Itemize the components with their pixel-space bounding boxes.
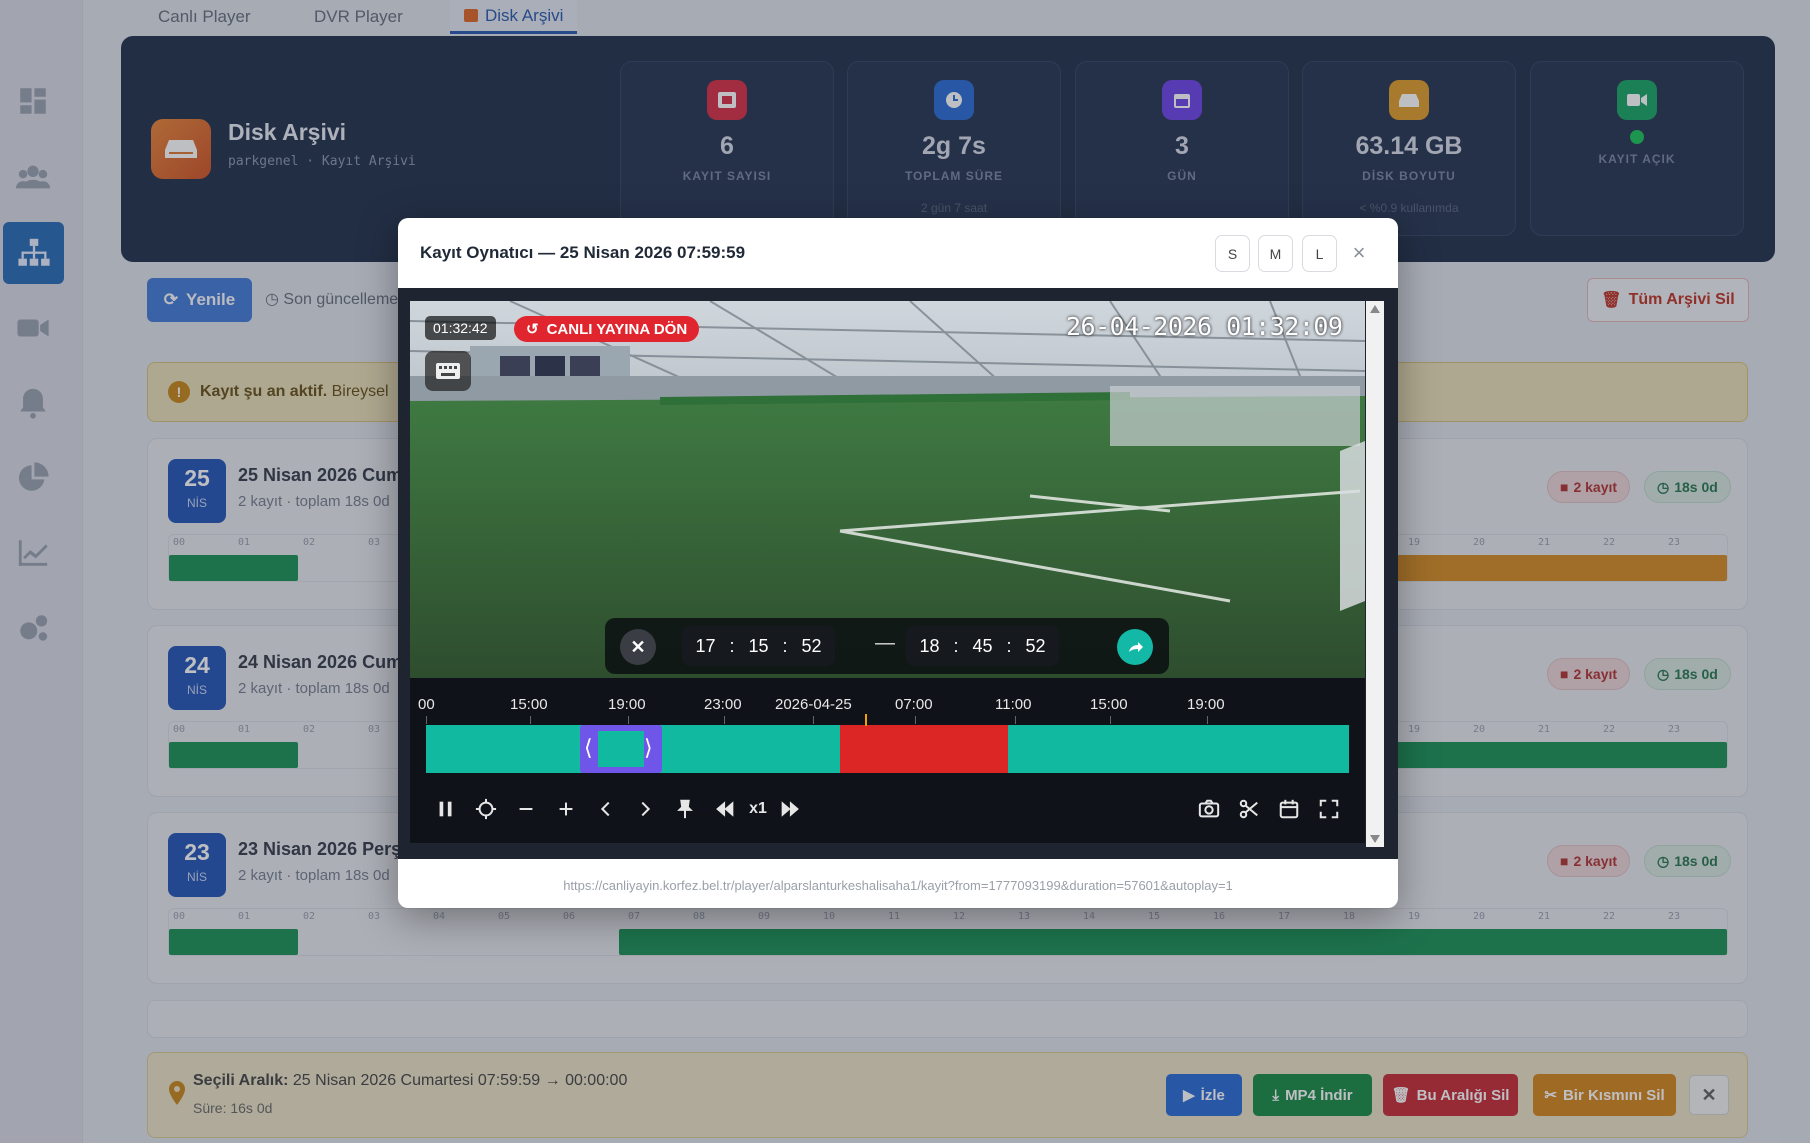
left-handle-icon[interactable]: ⟨ [584, 735, 593, 761]
playback-speed[interactable]: x1 [743, 796, 773, 822]
timeline-label: 19:00 [608, 696, 646, 713]
timeline-label: 23:00 [704, 696, 742, 713]
timeline-label: 11:00 [995, 696, 1032, 713]
zoom-out-icon[interactable] [513, 796, 539, 822]
camera-timestamp: 26-04-2026 01:32:09 [1066, 312, 1343, 341]
gap-segment[interactable] [840, 725, 1008, 773]
modal-title: Kayıt Oynatıcı — 25 Nisan 2026 07:59:59 [420, 243, 746, 262]
camera-snapshot-icon[interactable] [1196, 796, 1222, 822]
video-player: 01:32:42 ↺ CANLI YAYINA DÖN 26-04-2026 01… [398, 288, 1398, 859]
timeline-tick [724, 716, 725, 724]
chevron-left-icon[interactable] [593, 796, 619, 822]
timeline-tick [1207, 716, 1208, 724]
fullscreen-icon[interactable] [1316, 796, 1342, 822]
player-timeline[interactable]: ⟨ ⟩ x1 00 15:00 19:00 23:00 2026-04-25 07:00 1… [410, 678, 1365, 843]
scroll-up-icon[interactable] [1370, 305, 1380, 313]
scroll-down-icon[interactable] [1370, 835, 1380, 843]
timeline-label: 15:00 [510, 696, 548, 713]
rewind-icon[interactable] [712, 796, 738, 822]
pause-icon[interactable] [433, 796, 459, 822]
calendar-icon[interactable] [1276, 796, 1302, 822]
timeline-label: 15:00 [1090, 696, 1128, 713]
fast-forward-icon[interactable] [777, 796, 803, 822]
timeline-tick [426, 716, 427, 724]
timeline-tick [628, 716, 629, 724]
chevron-right-icon[interactable] [632, 796, 658, 822]
timeline-label: 2026-04-25 [775, 696, 852, 713]
crosshair-icon[interactable] [473, 796, 499, 822]
size-small-button[interactable]: S [1215, 235, 1250, 272]
timeline-tick [1110, 716, 1111, 724]
range-start-time[interactable]: 17:15:52 [682, 626, 835, 666]
timeline-label: 19:00 [1187, 696, 1225, 713]
video-frame[interactable]: 01:32:42 ↺ CANLI YAYINA DÖN 26-04-2026 01… [410, 301, 1365, 678]
close-icon[interactable]: × [1348, 242, 1370, 264]
timeline-tick [813, 716, 814, 724]
right-handle-icon[interactable]: ⟩ [644, 735, 653, 761]
size-large-button[interactable]: L [1302, 235, 1337, 272]
player-url[interactable]: https://canliyayin.korfez.bel.tr/player/… [398, 878, 1398, 893]
recording-player-modal: Kayıt Oynatıcı — 25 Nisan 2026 07:59:59 … [398, 218, 1398, 908]
clear-range-button[interactable]: ✕ [620, 629, 656, 665]
back-to-live-button[interactable]: ↺ CANLI YAYINA DÖN [514, 316, 700, 342]
range-end-time[interactable]: 18:45:52 [906, 626, 1059, 666]
timeline-tick [1015, 716, 1016, 724]
timeline-label: 07:00 [895, 696, 933, 713]
size-medium-button[interactable]: M [1258, 235, 1293, 272]
keyboard-icon[interactable] [425, 351, 471, 391]
pin-icon[interactable] [672, 796, 698, 822]
selection-window[interactable]: ⟨ ⟩ [580, 725, 662, 773]
range-selector: ✕ 17:15:52 — 18:45:52 [605, 618, 1169, 674]
modal-scrollbar[interactable] [1366, 301, 1384, 847]
playback-time: 01:32:42 [425, 316, 496, 340]
zoom-in-icon[interactable] [553, 796, 579, 822]
timeline-label: 00 [418, 696, 435, 713]
share-arrow-button[interactable] [1117, 629, 1153, 665]
timeline-tick [530, 716, 531, 724]
undo-icon: ↺ [526, 321, 539, 338]
playhead[interactable] [865, 714, 867, 726]
scissors-icon[interactable] [1236, 796, 1262, 822]
timeline-tick [915, 716, 916, 724]
